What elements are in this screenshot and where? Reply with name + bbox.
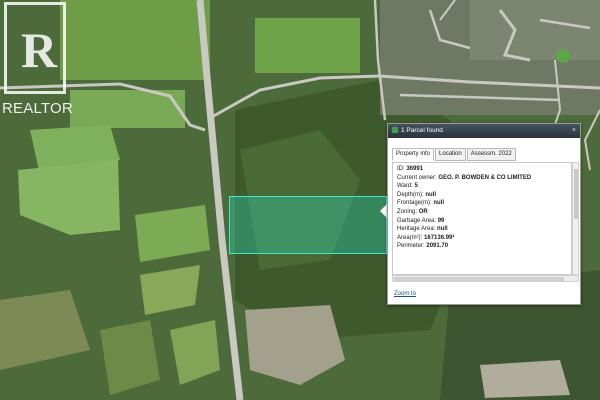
info-row-garbage-area: Garbage Area: 99 <box>397 217 445 224</box>
info-row-depth: Depth(m): null <box>397 191 437 198</box>
vertical-scrollbar[interactable] <box>572 162 579 275</box>
horizontal-scroll-thumb[interactable] <box>394 277 564 281</box>
map-clearing <box>480 360 570 398</box>
popup-tabs: Property info Location Assessm. 2022 <box>392 148 517 161</box>
realtor-logo-box: R <box>4 2 66 94</box>
vertical-scroll-thumb[interactable] <box>574 169 578 219</box>
realtor-logo-text: REALTOR <box>2 100 73 117</box>
parcel-highlight[interactable] <box>229 196 387 254</box>
parcel-icon <box>392 127 398 134</box>
info-row-heritage-area: Heritage Area: null <box>397 226 448 233</box>
parcel-info-popup: 1 Parcel found × Property info Location … <box>387 123 581 305</box>
info-row-id: ID: 36991 <box>397 166 424 172</box>
info-row-perimeter: Perimeter: 2091.70 <box>397 243 449 250</box>
property-info-panel: ID: 36991 Current owner: GEO. P. BOWDEN … <box>392 162 572 275</box>
popup-title: 1 Parcel found <box>401 127 443 134</box>
tab-property-info[interactable]: Property info <box>392 148 435 161</box>
map-sportsfield <box>556 49 570 63</box>
tab-assessment[interactable]: Assessm. 2022 <box>466 148 516 161</box>
info-row-frontage: Frontage(m): null <box>397 200 445 207</box>
info-row-ward: Ward: 5 <box>397 183 418 190</box>
popup-titlebar: 1 Parcel found × <box>388 124 580 138</box>
info-row-area: Area(m²): 167136.99² <box>397 234 455 241</box>
horizontal-scrollbar[interactable] <box>392 275 579 282</box>
info-row-owner: Current owner: GEO. P. BOWDEN & CO LIMIT… <box>397 174 532 181</box>
tab-location[interactable]: Location <box>435 148 466 161</box>
close-icon[interactable]: × <box>572 124 576 138</box>
realtor-logo-letter: R <box>21 22 58 78</box>
realtor-watermark: R REALTOR <box>0 0 73 122</box>
info-row-zoning: Zoning: OR <box>397 208 428 215</box>
zoom-to-link[interactable]: Zoom to <box>394 291 416 297</box>
